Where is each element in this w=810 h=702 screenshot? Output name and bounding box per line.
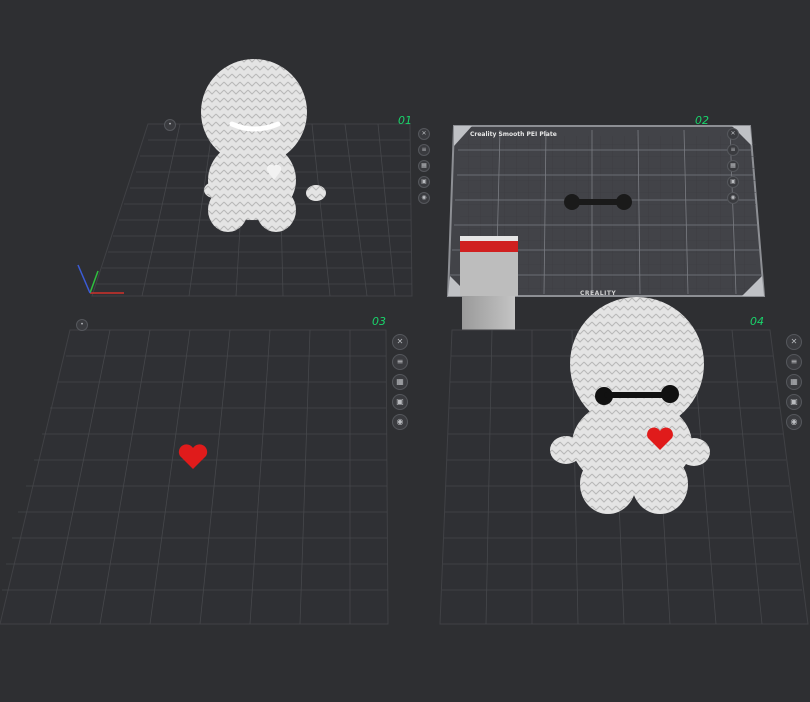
arrange-icon[interactable]: ▦ [727, 160, 739, 172]
close-icon[interactable]: ✕ [786, 334, 802, 350]
lock-icon[interactable]: ▣ [727, 176, 739, 188]
build-plate-03[interactable] [0, 329, 389, 625]
layers-icon[interactable]: ≡ [418, 144, 430, 156]
close-icon[interactable]: ✕ [418, 128, 430, 140]
settings-icon[interactable]: ◉ [392, 414, 408, 430]
arrange-icon[interactable]: ▦ [392, 374, 408, 390]
plate-04-tools: ✕ ≡ ▦ ▣ ◉ [786, 334, 804, 430]
plate-03-tools: ✕ ≡ ▦ ▣ ◉ [392, 334, 410, 430]
layers-icon[interactable]: ≡ [392, 354, 408, 370]
lock-icon[interactable]: ▣ [418, 176, 430, 188]
plate-01-tools: ✕ ≡ ▦ ▣ ◉ [418, 128, 436, 204]
arrange-icon[interactable]: ▦ [418, 160, 430, 172]
arrange-icon[interactable]: ▦ [786, 374, 802, 390]
settings-icon[interactable]: ◉ [418, 192, 430, 204]
plate-label-01[interactable]: 01 [398, 114, 412, 127]
close-icon[interactable]: ✕ [727, 128, 739, 140]
plate-label-02[interactable]: 02 [695, 114, 709, 127]
plate-type-label: Creality Smooth PEI Plate [470, 131, 557, 138]
plate-02-tools: ✕ ≡ ▦ ▣ ◉ [727, 128, 745, 204]
layers-icon[interactable]: ≡ [727, 144, 739, 156]
layers-icon[interactable]: ≡ [786, 354, 802, 370]
plate-label-03[interactable]: 03 [372, 315, 386, 328]
lock-icon[interactable]: ▣ [786, 394, 802, 410]
plate-label-04[interactable]: 04 [750, 315, 764, 328]
plate-03-handle-icon[interactable]: • [76, 319, 88, 331]
settings-icon[interactable]: ◉ [786, 414, 802, 430]
plate-01-handle-icon[interactable]: • [164, 119, 176, 131]
settings-icon[interactable]: ◉ [727, 192, 739, 204]
close-icon[interactable]: ✕ [392, 334, 408, 350]
plate-brand-label: CREALITY [580, 290, 617, 297]
lock-icon[interactable]: ▣ [392, 394, 408, 410]
